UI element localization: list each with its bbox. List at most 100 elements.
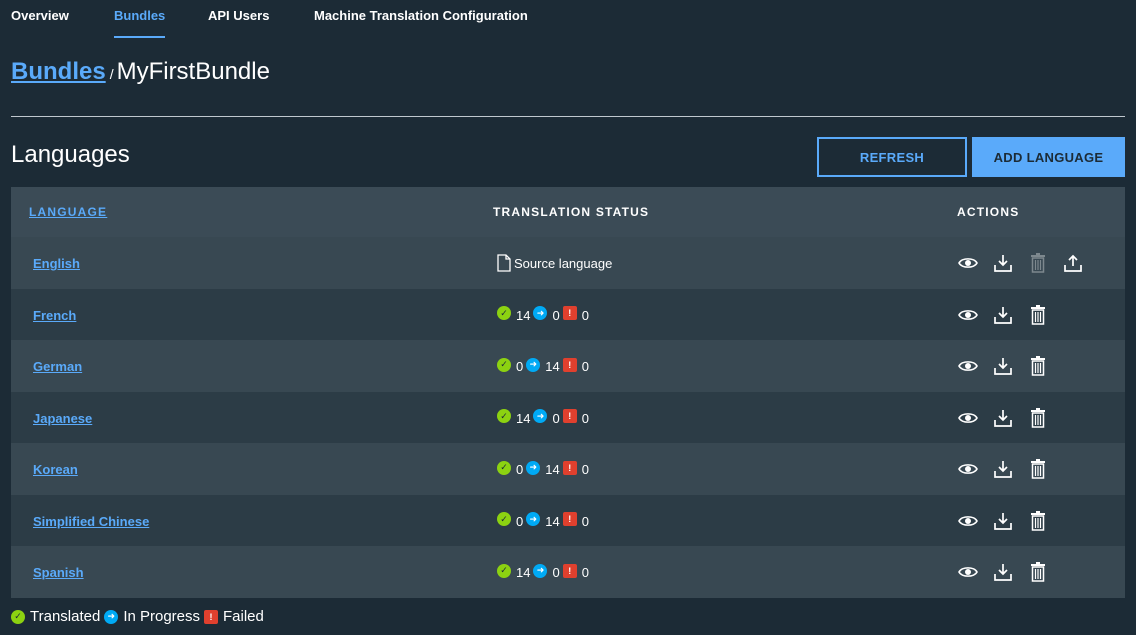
failed-count: 0 — [581, 307, 589, 323]
language-link-spanish[interactable]: Spanish — [33, 565, 84, 580]
arrow-circle-icon: ➜ — [526, 357, 541, 372]
refresh-button[interactable]: REFRESH — [817, 137, 967, 177]
table-row: English Source language — [11, 237, 1125, 289]
top-nav: Overview Bundles API Users Machine Trans… — [0, 0, 1136, 40]
exclamation-square-icon: ! — [562, 512, 577, 526]
row-actions — [957, 304, 1062, 326]
legend-failed-label: Failed — [223, 608, 264, 625]
translation-status: ✓ 14 ➜ 0! 0 — [497, 409, 592, 426]
arrow-circle-icon: ➜ — [533, 563, 548, 578]
view-german-button[interactable] — [957, 355, 979, 377]
download-icon — [993, 562, 1013, 582]
language-link-korean[interactable]: Korean — [33, 462, 78, 477]
view-simplified-chinese-button[interactable] — [957, 510, 979, 532]
trash-icon — [1030, 562, 1046, 582]
tab-overview[interactable]: Overview — [11, 8, 69, 38]
row-actions — [957, 510, 1062, 532]
trash-icon — [1030, 356, 1046, 376]
delete-spanish-button[interactable] — [1027, 561, 1049, 583]
exclamation-square-icon: ! — [562, 460, 577, 475]
check-circle-icon: ✓ — [11, 609, 25, 624]
translated-count: 14 — [516, 410, 531, 426]
legend-translated-label: Translated — [30, 608, 101, 625]
download-english-button[interactable] — [992, 252, 1014, 274]
column-header-translation-status: TRANSLATION STATUS — [493, 205, 650, 219]
view-spanish-button[interactable] — [957, 561, 979, 583]
view-english-button[interactable] — [957, 252, 979, 274]
eye-icon — [958, 359, 978, 373]
in-progress-count: 0 — [552, 565, 560, 580]
add-language-button[interactable]: ADD LANGUAGE — [972, 137, 1125, 177]
exclamation-square-icon: ! — [562, 306, 577, 320]
arrow-circle-icon: ➜ — [104, 609, 119, 624]
exclamation-square-icon: ! — [562, 357, 577, 372]
download-french-button[interactable] — [992, 304, 1014, 326]
trash-icon — [1030, 253, 1046, 273]
language-link-german[interactable]: German — [33, 359, 82, 374]
language-link-japanese[interactable]: Japanese — [33, 411, 92, 426]
download-icon — [993, 408, 1013, 428]
breadcrumb-bundles-link[interactable]: Bundles — [11, 58, 106, 85]
download-spanish-button[interactable] — [992, 561, 1014, 583]
table-body: English Source language French ✓ 14 ➜ 0! 0 Germa… — [11, 237, 1125, 598]
failed-count: 0 — [581, 359, 589, 374]
exclamation-square-icon: ! — [562, 563, 577, 578]
view-korean-button[interactable] — [957, 458, 979, 480]
download-japanese-button[interactable] — [992, 407, 1014, 429]
check-circle-icon: ✓ — [497, 306, 511, 320]
table-header: LANGUAGE TRANSLATION STATUS ACTIONS — [11, 187, 1125, 237]
table-row: German ✓ 0 ➜ 14! 0 — [11, 340, 1125, 392]
delete-simplified-chinese-button[interactable] — [1027, 510, 1049, 532]
download-icon — [993, 305, 1013, 325]
header-divider — [11, 116, 1125, 117]
arrow-circle-icon: ➜ — [526, 512, 541, 526]
language-link-french[interactable]: French — [33, 308, 76, 323]
delete-german-button[interactable] — [1027, 355, 1049, 377]
translated-count: 0 — [516, 359, 524, 374]
translation-status: ✓ 0 ➜ 14! 0 — [497, 512, 592, 529]
in-progress-count: 0 — [552, 410, 560, 426]
in-progress-count: 14 — [545, 513, 560, 529]
download-german-button[interactable] — [992, 355, 1014, 377]
translated-count: 0 — [516, 513, 524, 529]
check-circle-icon: ✓ — [497, 512, 511, 526]
trash-icon — [1030, 407, 1046, 428]
status-legend: ✓ Translated ➜ In Progress ! Failed — [11, 608, 268, 625]
eye-icon — [958, 308, 978, 322]
document-icon — [497, 254, 511, 272]
source-language-label: Source language — [514, 255, 613, 271]
translated-count: 14 — [516, 565, 531, 580]
delete-korean-button[interactable] — [1027, 458, 1049, 480]
breadcrumb: Bundles / MyFirstBundle — [11, 58, 270, 90]
trash-icon — [1030, 459, 1046, 479]
download-icon — [993, 356, 1013, 376]
eye-icon — [958, 514, 978, 528]
failed-count: 0 — [581, 513, 589, 529]
download-korean-button[interactable] — [992, 458, 1014, 480]
delete-japanese-button[interactable] — [1027, 407, 1049, 429]
arrow-circle-icon: ➜ — [526, 460, 541, 475]
tab-bundles[interactable]: Bundles — [114, 8, 166, 38]
row-actions — [957, 458, 1062, 480]
table-row: Simplified Chinese ✓ 0 ➜ 14! 0 — [11, 494, 1125, 546]
translation-status: Source language — [497, 254, 612, 272]
language-link-english[interactable]: English — [33, 256, 80, 271]
translated-count: 14 — [516, 307, 531, 323]
tab-api-users[interactable]: API Users — [208, 8, 269, 38]
download-icon — [993, 459, 1013, 479]
trash-icon — [1030, 304, 1046, 325]
language-link-simplified-chinese[interactable]: Simplified Chinese — [33, 514, 149, 529]
exclamation-square-icon: ! — [562, 409, 577, 423]
in-progress-count: 0 — [552, 307, 560, 323]
section-title: Languages — [11, 141, 130, 168]
download-simplified-chinese-button[interactable] — [992, 510, 1014, 532]
column-header-actions: ACTIONS — [957, 205, 1020, 219]
view-japanese-button[interactable] — [957, 407, 979, 429]
upload-english-button[interactable] — [1062, 252, 1084, 274]
row-actions — [957, 407, 1062, 429]
column-header-language[interactable]: LANGUAGE — [29, 205, 107, 219]
view-french-button[interactable] — [957, 304, 979, 326]
eye-icon — [958, 462, 978, 476]
delete-french-button[interactable] — [1027, 304, 1049, 326]
tab-machine-translation-configuration[interactable]: Machine Translation Configuration — [314, 8, 528, 38]
